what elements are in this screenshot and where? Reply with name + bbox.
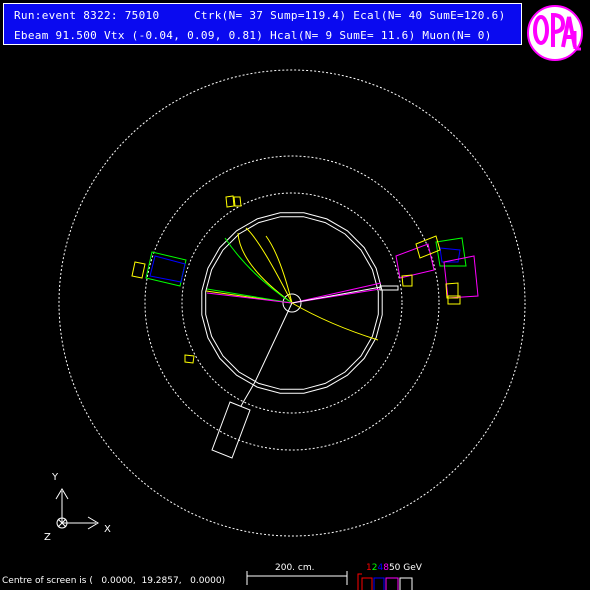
cluster (379, 285, 399, 291)
track (245, 227, 293, 304)
track (240, 381, 256, 407)
scale-bar (246, 571, 348, 585)
x-axis-label: X (104, 524, 111, 535)
y-axis-label: Y (51, 472, 59, 483)
cluster (149, 255, 186, 283)
track (254, 302, 293, 383)
track (291, 286, 382, 304)
z-axis-label: Z (44, 532, 51, 543)
event-header: Run:event 8322: 75010 Ctrk(N= 37 Sump=11… (3, 3, 522, 45)
header-line-1: Run:event 8322: 75010 Ctrk(N= 37 Sump=11… (14, 9, 506, 22)
ecal-clusters (131, 195, 479, 459)
centre-of-screen-text: Centre of screen is ( 0.0000, 19.2857, 0… (2, 576, 226, 586)
header-line-2: Ebeam 91.500 Vtx (-0.04, 0.09, 0.81) Hca… (14, 29, 492, 42)
detector-view: Y X Z (44, 69, 526, 590)
cluster (184, 354, 195, 364)
tracks (205, 227, 382, 383)
energy-scale-legend: 124850 GeV (366, 563, 422, 573)
energy-scale-label: 50 GeV (388, 563, 422, 573)
track (291, 282, 382, 304)
track (206, 288, 293, 304)
opal-logo (525, 3, 585, 63)
cluster (131, 261, 146, 279)
cluster (225, 195, 235, 208)
cluster (233, 196, 242, 207)
scale-label: 200. cm. (275, 563, 315, 573)
track (291, 302, 379, 341)
cluster (395, 243, 435, 279)
event-display: Y X Z Run:event 8322: 75010 Ctrk(N= 37 S… (0, 0, 590, 590)
energy-scale-boxes (357, 573, 413, 590)
axis-indicator (55, 488, 99, 530)
opal-logo-icon (527, 5, 583, 61)
track (237, 232, 293, 304)
